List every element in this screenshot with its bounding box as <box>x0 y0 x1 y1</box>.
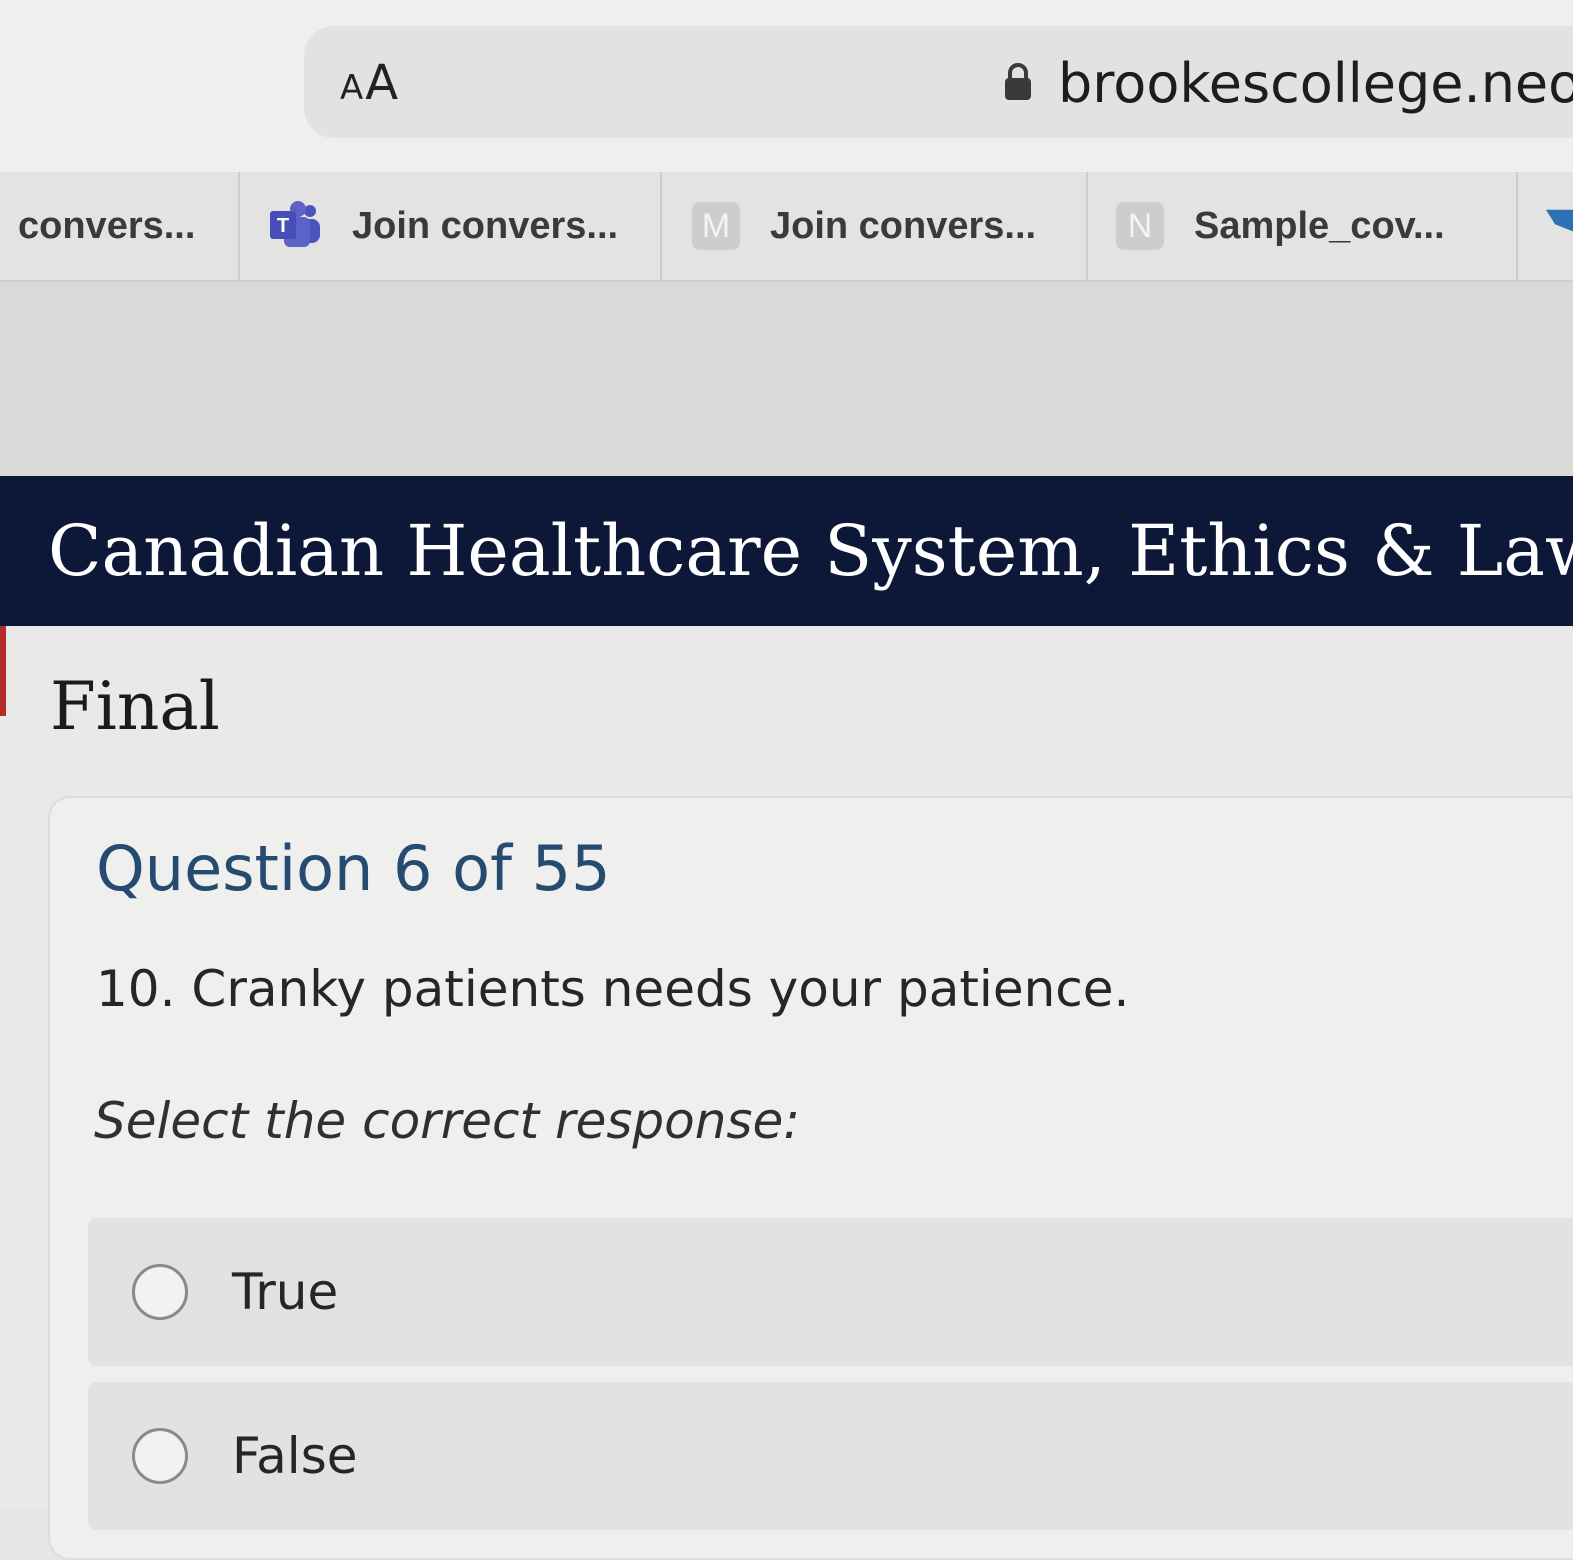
tab-label: Sample_cov... <box>1194 204 1445 247</box>
microsoft-teams-icon: T <box>268 199 322 253</box>
tab-conversation-1[interactable]: convers... <box>0 172 240 280</box>
answer-option-true[interactable]: True <box>88 1218 1573 1366</box>
tab-partial[interactable] <box>1520 172 1573 280</box>
letter-m-favicon-icon: M <box>692 202 740 250</box>
text-size-button[interactable]: A A <box>340 55 398 111</box>
option-label-false: False <box>232 1427 358 1485</box>
answer-option-false[interactable]: False <box>88 1382 1573 1530</box>
question-text: 10. Cranky patients needs your patience. <box>96 960 1130 1018</box>
letter-n-favicon-icon: N <box>1116 202 1164 250</box>
text-size-large-a: A <box>365 55 399 111</box>
tab-sample-cover[interactable]: N Sample_cov... <box>1090 172 1518 280</box>
course-banner: Canadian Healthcare System, Ethics & Law… <box>0 476 1573 626</box>
text-size-small-a: A <box>340 68 364 108</box>
browser-toolbar: A A brookescollege.neolr <box>0 0 1573 172</box>
course-title: Canadian Healthcare System, Ethics & Law… <box>48 510 1573 592</box>
header-spacer <box>0 282 1573 476</box>
svg-text:T: T <box>277 215 289 237</box>
tab-conversation-2[interactable]: T Join convers... <box>242 172 662 280</box>
tab-strip: convers... T Join convers... M Join conv… <box>0 172 1573 282</box>
tab-conversation-3[interactable]: M Join convers... <box>664 172 1088 280</box>
radio-button-true[interactable] <box>132 1264 188 1320</box>
radio-button-false[interactable] <box>132 1428 188 1484</box>
partial-favicon-icon <box>1546 209 1573 232</box>
url-text[interactable]: brookescollege.neolr <box>1058 52 1573 115</box>
accent-edge <box>0 626 6 716</box>
lock-icon <box>1005 63 1031 100</box>
exam-title: Final <box>50 668 220 745</box>
tab-label: convers... <box>18 204 196 247</box>
tab-label: Join convers... <box>352 204 619 247</box>
question-instruction: Select the correct response: <box>94 1092 801 1150</box>
tab-label: Join convers... <box>770 204 1037 247</box>
question-heading: Question 6 of 55 <box>96 832 611 905</box>
option-label-true: True <box>232 1263 339 1321</box>
